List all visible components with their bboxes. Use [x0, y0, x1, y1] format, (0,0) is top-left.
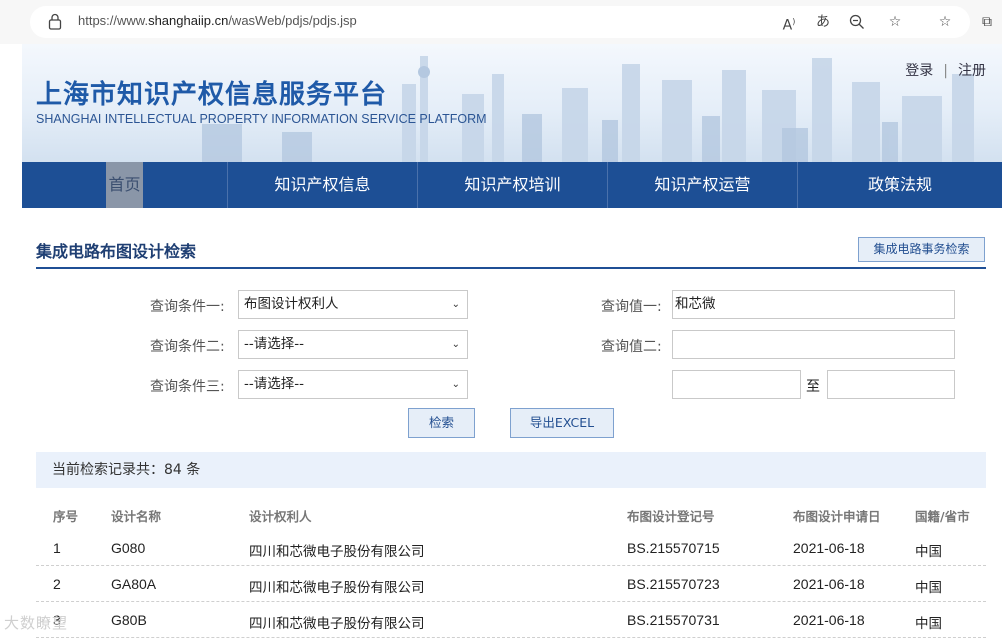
browser-toolbar: https://www.shanghaiip.cn/wasWeb/pdjs/pd… [0, 0, 1002, 44]
cell-region: 中国 [915, 616, 942, 632]
cell-reg-no: BS.215570723 [627, 576, 720, 592]
nav-item-ip-info[interactable]: 知识产权信息 [228, 162, 418, 208]
collections-icon[interactable]: ⧉ [976, 11, 998, 33]
ic-affairs-search-button[interactable]: 集成电路事务检索 [858, 237, 985, 262]
col-header-region: 国籍/省市 [915, 509, 970, 524]
col-header-reg-no: 布图设计登记号 [627, 509, 715, 524]
condition-2-select[interactable]: --请选择-- ⌄ [238, 330, 468, 359]
translate-icon[interactable]: あ [812, 11, 834, 33]
chevron-down-icon: ⌄ [451, 379, 460, 390]
cell-region: 中国 [915, 580, 942, 596]
condition-2-label: 查询条件二: [150, 339, 225, 355]
chevron-down-icon: ⌄ [451, 299, 460, 310]
cell-owner: 四川和芯微电子股份有限公司 [249, 616, 425, 632]
condition-3-value: --请选择-- [244, 376, 304, 392]
table-row[interactable]: 3 G80B 四川和芯微电子股份有限公司 BS.215570731 2021-0… [36, 602, 986, 638]
table-row[interactable]: 2 GA80A 四川和芯微电子股份有限公司 BS.215570723 2021-… [36, 566, 986, 602]
login-link[interactable]: 登录 [905, 63, 933, 79]
cell-index: 2 [53, 576, 61, 592]
condition-1-label: 查询条件一: [150, 299, 225, 315]
site-title: 上海市知识产权信息服务平台 [36, 80, 388, 110]
add-favorite-icon[interactable]: ☆ [884, 11, 906, 33]
read-aloud-icon[interactable]: A) [778, 11, 800, 34]
nav-item-ip-operation[interactable]: 知识产权运营 [608, 162, 798, 208]
range-separator: 至 [806, 379, 820, 395]
range-to-input[interactable] [827, 370, 955, 399]
range-from-input[interactable] [672, 370, 801, 399]
title-divider [36, 267, 986, 269]
value-1-label: 查询值一: [601, 299, 662, 315]
col-header-apply-date: 布图设计申请日 [793, 509, 881, 524]
auth-separator: | [943, 63, 948, 79]
site-subtitle: SHANGHAI INTELLECTUAL PROPERTY INFORMATI… [36, 112, 487, 126]
cell-owner: 四川和芯微电子股份有限公司 [249, 544, 425, 560]
cell-apply-date: 2021-06-18 [793, 540, 865, 556]
table-row[interactable]: 1 G080 四川和芯微电子股份有限公司 BS.215570715 2021-0… [36, 530, 986, 566]
cell-apply-date: 2021-06-18 [793, 612, 865, 628]
main-nav: 首页 知识产权信息 知识产权培训 知识产权运营 政策法规 [22, 162, 1002, 208]
cell-design-name[interactable]: G080 [111, 540, 145, 556]
export-excel-button[interactable]: 导出EXCEL [510, 408, 614, 438]
value-2-input[interactable] [672, 330, 955, 359]
watermark: 大数瞭望 [4, 614, 69, 632]
cell-reg-no: BS.215570731 [627, 612, 720, 628]
col-header-index: 序号 [53, 509, 79, 524]
cell-region: 中国 [915, 544, 942, 560]
cell-reg-no: BS.215570715 [627, 540, 720, 556]
condition-1-value: 布图设计权利人 [244, 296, 339, 312]
cell-index: 1 [53, 540, 61, 556]
value-2-label: 查询值二: [601, 339, 662, 355]
favorites-icon[interactable]: ☆ [934, 11, 956, 33]
cell-design-name[interactable]: G80B [111, 612, 147, 628]
search-button[interactable]: 检索 [408, 408, 475, 438]
result-count: 当前检索记录共：84 条 [36, 452, 986, 488]
col-header-owner: 设计权利人 [249, 509, 312, 524]
condition-1-select[interactable]: 布图设计权利人 ⌄ [238, 290, 468, 319]
nav-item-home[interactable]: 首页 [22, 162, 228, 208]
condition-3-select[interactable]: --请选择-- ⌄ [238, 370, 468, 399]
nav-item-policy[interactable]: 政策法规 [798, 162, 1002, 208]
chevron-down-icon: ⌄ [451, 339, 460, 350]
site-banner: 上海市知识产权信息服务平台 SHANGHAI INTELLECTUAL PROP… [22, 44, 1002, 162]
col-header-design-name: 设计名称 [111, 509, 162, 524]
condition-3-label: 查询条件三: [150, 379, 225, 395]
cell-apply-date: 2021-06-18 [793, 576, 865, 592]
page-info-icon[interactable] [48, 13, 62, 31]
cell-design-name[interactable]: GA80A [111, 576, 156, 592]
cell-owner: 四川和芯微电子股份有限公司 [249, 580, 425, 596]
value-1-input[interactable]: 和芯微 [672, 290, 955, 319]
condition-2-value: --请选择-- [244, 336, 304, 352]
auth-links: 登录 | 注册 [905, 60, 986, 80]
zoom-icon[interactable] [846, 11, 868, 33]
nav-item-ip-training[interactable]: 知识产权培训 [418, 162, 608, 208]
register-link[interactable]: 注册 [958, 63, 986, 79]
url-text[interactable]: https://www.shanghaiip.cn/wasWeb/pdjs/pd… [78, 13, 357, 28]
page-title: 集成电路布图设计检索 [36, 242, 197, 261]
